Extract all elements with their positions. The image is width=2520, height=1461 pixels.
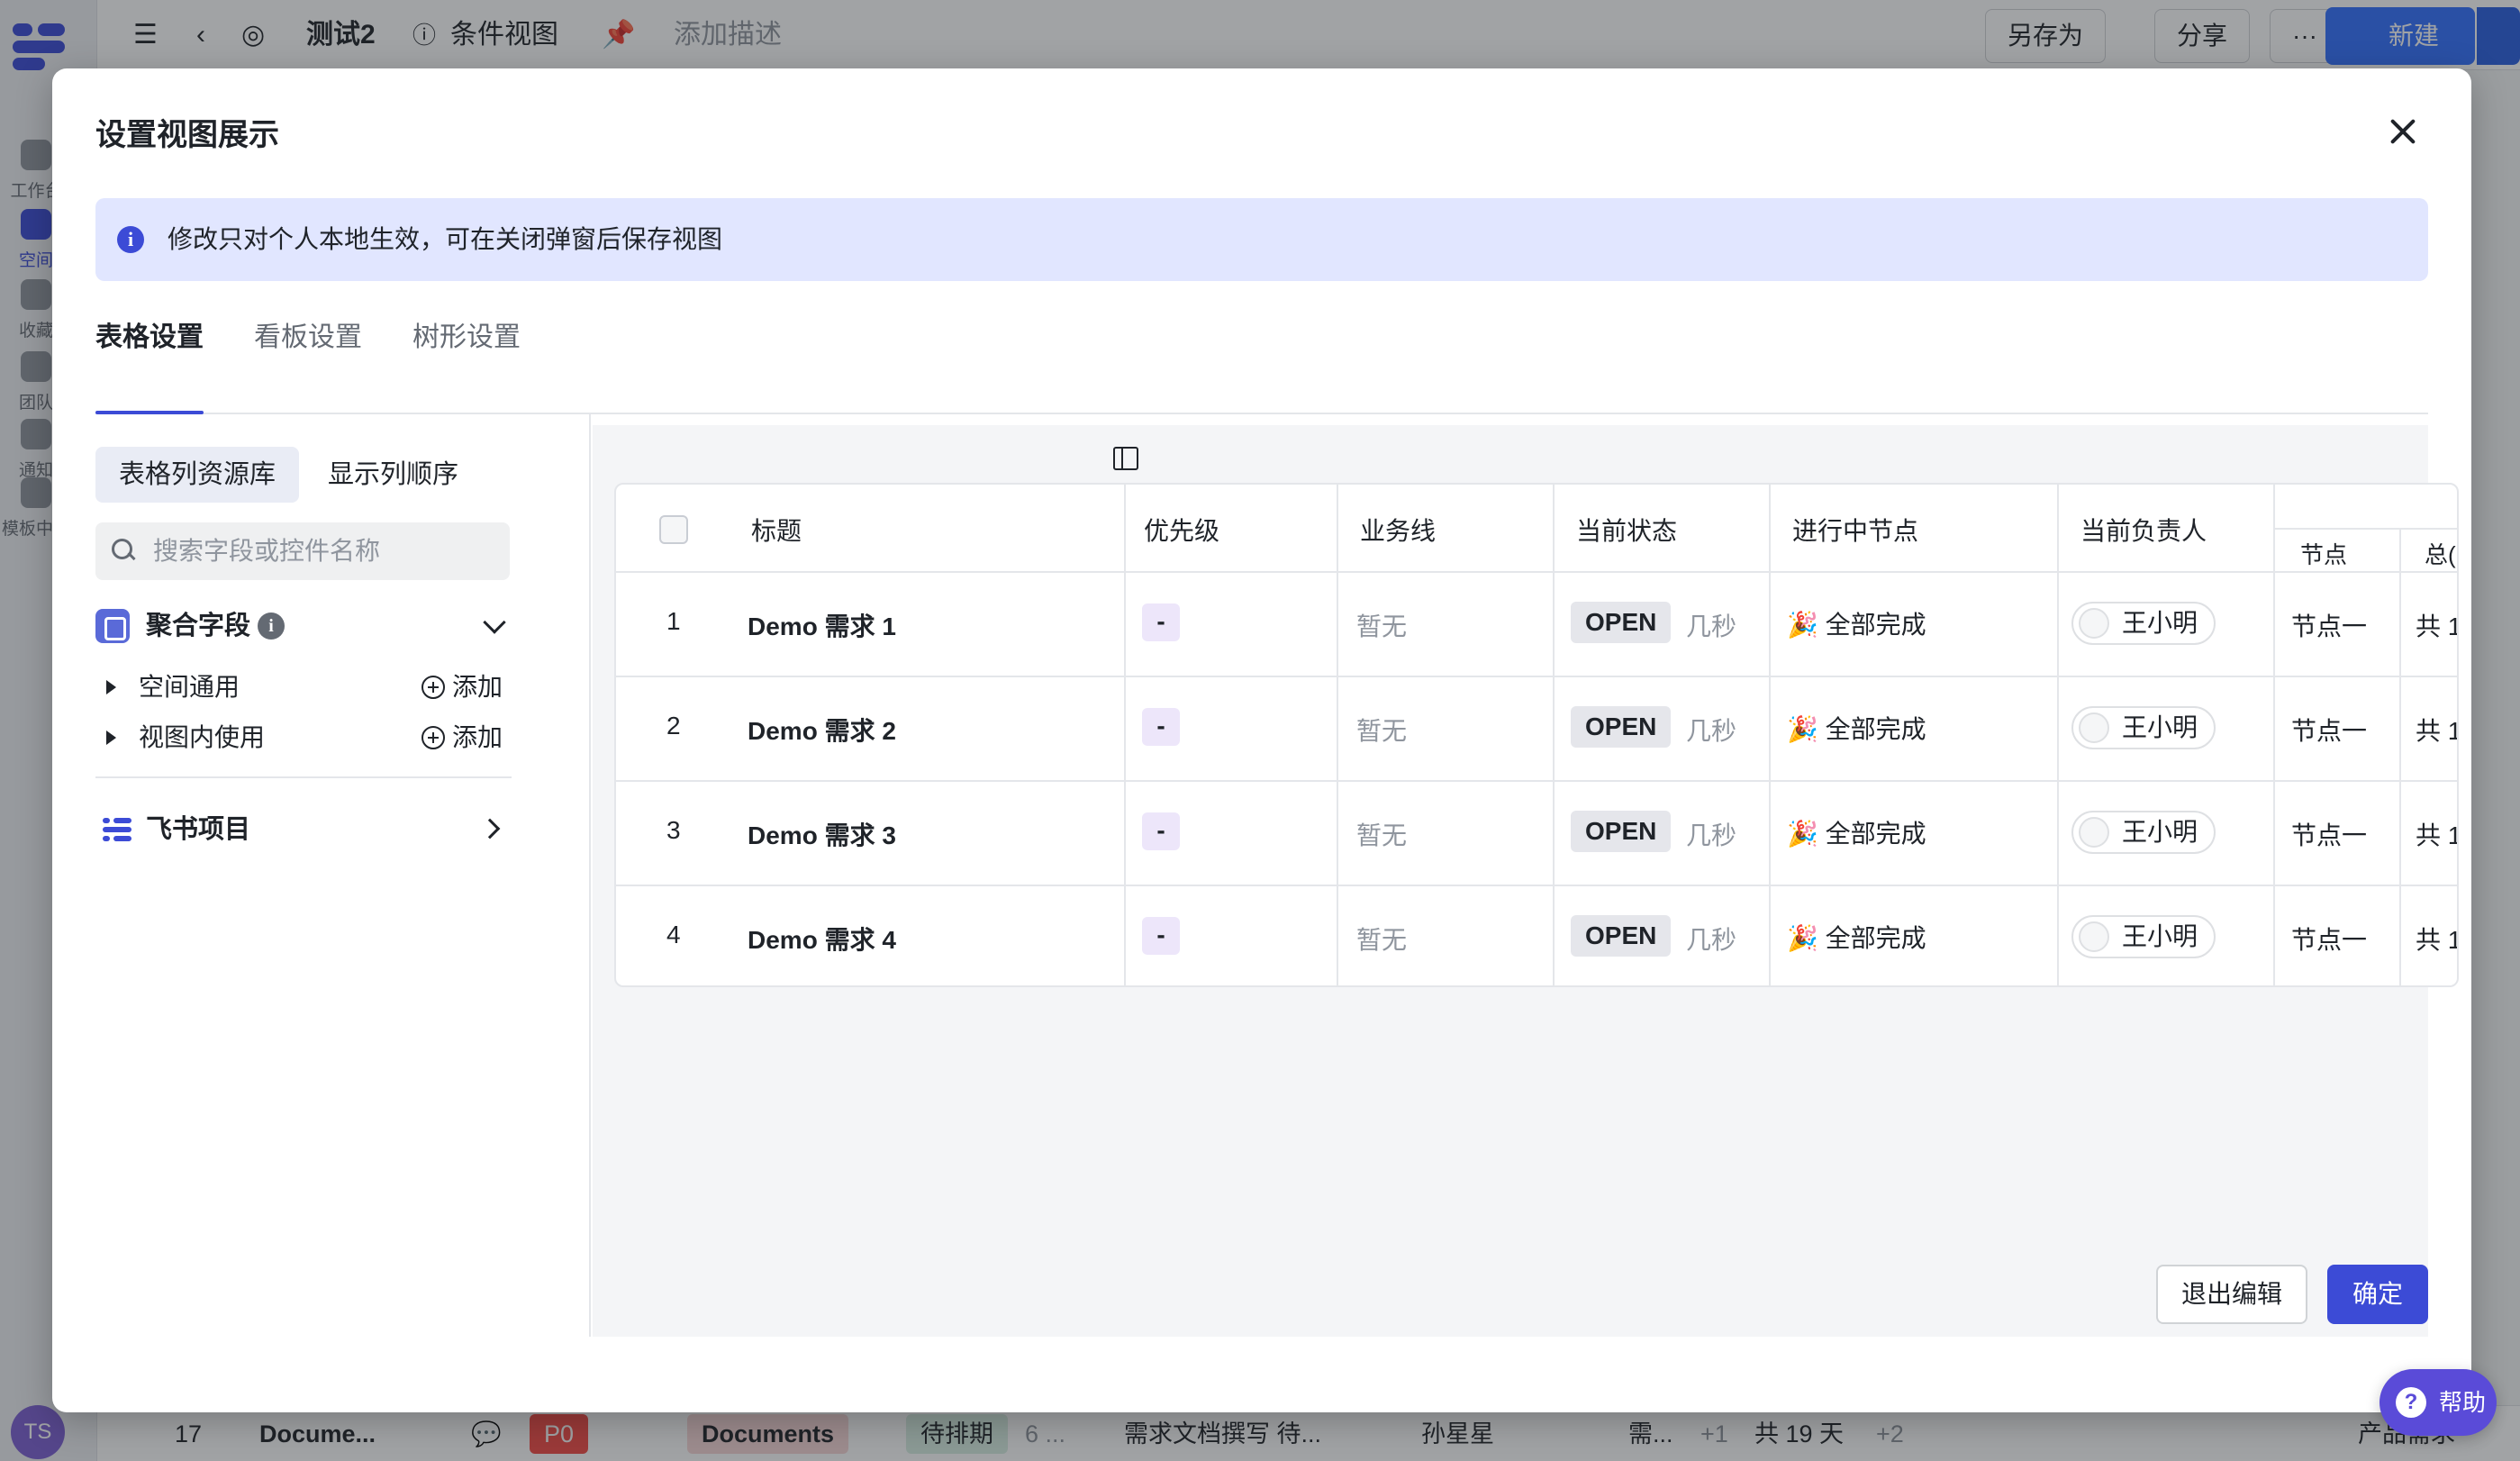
header-node: 节点: [2300, 541, 2348, 568]
header-active-node: 进行中节点: [1792, 517, 1919, 545]
close-icon[interactable]: [2385, 113, 2421, 150]
preview-table: 标题 优先级 业务线 当前状态 进行中节点 当前负责人 节点 总( 1 Demo…: [614, 483, 2459, 987]
status-badge: OPEN: [1571, 706, 1672, 748]
info-icon[interactable]: i: [258, 613, 285, 640]
owner-tag: 王小明: [2071, 811, 2216, 854]
active-node: 🎉 全部完成: [1787, 924, 1926, 952]
header-status: 当前状态: [1576, 517, 1678, 545]
exit-edit-button[interactable]: 退出编辑: [2155, 1265, 2307, 1324]
add-button[interactable]: 添加: [421, 665, 503, 710]
business-value: 暂无: [1356, 821, 1408, 849]
avatar: [2079, 712, 2109, 743]
settings-tabs: 表格设置 看板设置 树形设置: [95, 295, 2428, 414]
search-box: [95, 522, 510, 580]
total-value: 共 1: [2416, 613, 2459, 640]
modal-title: 设置视图展示: [95, 118, 279, 152]
header-title: 标题: [751, 517, 802, 545]
notice-banner: i 修改只对个人本地生效，可在关闭弹窗后保存视图: [95, 198, 2428, 281]
status-badge: OPEN: [1571, 915, 1672, 957]
notice-text: 修改只对个人本地生效，可在关闭弹窗后保存视图: [168, 225, 723, 253]
list-item-space-common[interactable]: 空间通用 添加: [95, 665, 510, 710]
tab-table-settings[interactable]: 表格设置: [95, 295, 204, 414]
collapse-panel-icon[interactable]: [1113, 447, 1138, 470]
priority-badge: -: [1142, 812, 1180, 850]
help-button[interactable]: ? 帮助: [2379, 1369, 2497, 1436]
confirm-button[interactable]: 确定: [2326, 1265, 2428, 1324]
chevron-down-icon[interactable]: [483, 611, 506, 634]
divider: [95, 776, 512, 778]
status-time: 几秒: [1686, 821, 1737, 849]
plus-circle-icon: [421, 676, 445, 699]
status-time: 几秒: [1686, 717, 1737, 745]
column-library-panel: 表格列资源库 显示列顺序 聚合字段 i 空间通用 添加 视图内使用 添加: [95, 414, 591, 1337]
row-title: Demo 需求 1: [748, 613, 896, 640]
node-value: 节点一: [2291, 926, 2368, 954]
business-value: 暂无: [1356, 613, 1408, 640]
add-button[interactable]: 添加: [421, 715, 503, 760]
tab-tree-settings[interactable]: 树形设置: [412, 295, 521, 414]
avatar: [2079, 921, 2109, 952]
list-item-view-internal[interactable]: 视图内使用 添加: [95, 715, 510, 760]
active-node: 🎉 全部完成: [1787, 820, 1926, 848]
avatar: [2079, 608, 2109, 639]
status-badge: OPEN: [1571, 811, 1672, 852]
row-title: Demo 需求 2: [748, 717, 896, 745]
node-value: 节点一: [2291, 717, 2368, 745]
header-total: 总(: [2425, 541, 2456, 568]
priority-badge: -: [1142, 708, 1180, 746]
plus-circle-icon: [421, 726, 445, 749]
caret-right-icon[interactable]: [106, 730, 116, 745]
node-value: 节点一: [2291, 821, 2368, 849]
active-node: 🎉 全部完成: [1787, 715, 1926, 743]
view-settings-modal: 设置视图展示 i 修改只对个人本地生效，可在关闭弹窗后保存视图 表格设置 看板设…: [52, 68, 2471, 1412]
aggregate-fields-title: 聚合字段: [146, 612, 251, 640]
node-value: 节点一: [2291, 613, 2368, 640]
feishu-project-icon: [103, 818, 131, 841]
aggregate-fields-header[interactable]: 聚合字段 i: [95, 602, 510, 647]
business-value: 暂无: [1356, 717, 1408, 745]
owner-tag: 王小明: [2071, 915, 2216, 958]
business-value: 暂无: [1356, 926, 1408, 954]
priority-badge: -: [1142, 603, 1180, 641]
owner-tag: 王小明: [2071, 706, 2216, 749]
total-value: 共 1: [2416, 821, 2459, 849]
header-owner: 当前负责人: [2080, 517, 2207, 545]
select-all-checkbox[interactable]: [659, 515, 688, 544]
feishu-project-item[interactable]: 飞书项目: [95, 802, 510, 858]
header-business: 业务线: [1360, 517, 1437, 545]
priority-badge: -: [1142, 917, 1180, 955]
header-priority: 优先级: [1144, 517, 1220, 545]
row-title: Demo 需求 3: [748, 821, 896, 849]
tab-board-settings[interactable]: 看板设置: [254, 295, 362, 414]
caret-right-icon[interactable]: [106, 680, 116, 694]
row-title: Demo 需求 4: [748, 926, 896, 954]
aggregate-field-icon: [95, 609, 130, 643]
tab-column-library[interactable]: 表格列资源库: [95, 447, 300, 503]
status-time: 几秒: [1686, 926, 1737, 954]
tab-column-order[interactable]: 显示列顺序: [304, 447, 482, 503]
active-node: 🎉 全部完成: [1787, 611, 1926, 639]
total-value: 共 1: [2416, 717, 2459, 745]
avatar: [2079, 817, 2109, 848]
table-preview: 标题 优先级 业务线 当前状态 进行中节点 当前负责人 节点 总( 1 Demo…: [593, 425, 2459, 1337]
search-input[interactable]: [153, 522, 495, 580]
owner-tag: 王小明: [2071, 602, 2216, 645]
chevron-right-icon: [479, 818, 501, 839]
help-icon: ?: [2396, 1387, 2426, 1418]
status-time: 几秒: [1686, 613, 1737, 640]
info-icon: i: [117, 226, 144, 253]
status-badge: OPEN: [1571, 602, 1672, 643]
search-icon: [112, 539, 135, 562]
total-value: 共 1: [2416, 926, 2459, 954]
